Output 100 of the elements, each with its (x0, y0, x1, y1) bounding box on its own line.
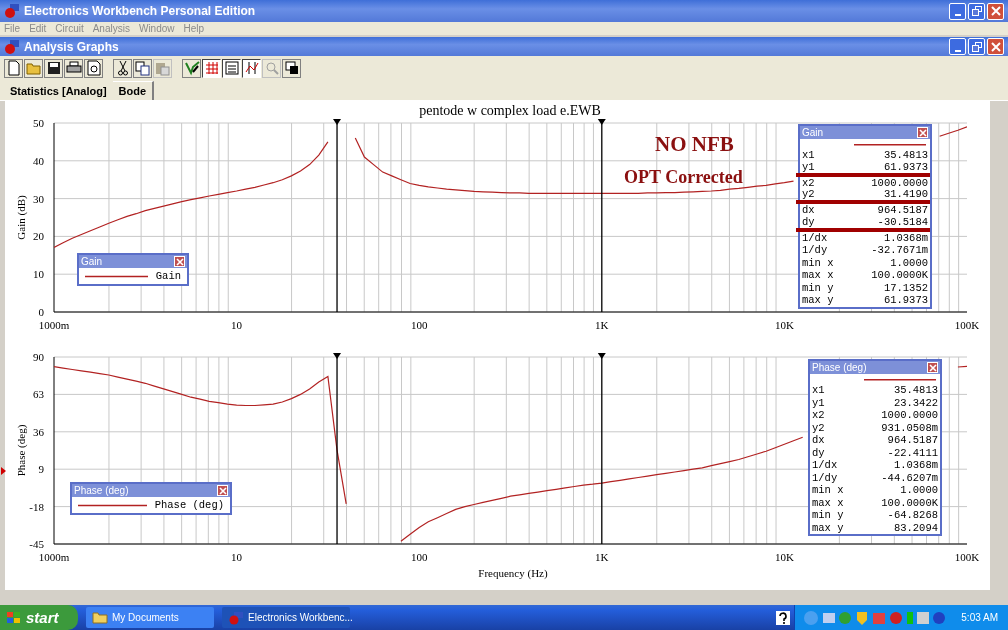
axis-tick-label: 20 (33, 230, 44, 243)
cursor-handle-icon[interactable] (597, 353, 606, 359)
restore-button[interactable] (968, 38, 985, 55)
legend-icon (224, 61, 239, 75)
minimize-button[interactable] (949, 2, 966, 20)
axis-tick-label: 100 (410, 551, 428, 563)
pen-icon (183, 60, 200, 76)
toolbar-button[interactable] (182, 58, 201, 78)
axis-title: Phase (deg) (15, 424, 27, 477)
cursor-line[interactable] (601, 122, 603, 313)
restore-icon (971, 6, 982, 16)
toolbar-button[interactable] (113, 58, 132, 78)
app-icon (228, 610, 244, 625)
close-icon (218, 486, 227, 495)
cursors-icon (244, 61, 259, 75)
cursor-label: x1 (802, 149, 815, 162)
axis-title: Frequency (Hz) (478, 567, 548, 579)
cursor-value: 23.3422 (893, 396, 938, 409)
cursor-label: x2 (802, 176, 815, 189)
axis-tick-label: 63 (33, 388, 44, 401)
magnifier-icon (264, 61, 279, 75)
cursor-value: 1.0368m (883, 231, 928, 244)
copy-icon (135, 60, 150, 76)
clock: 5:03 AM (961, 612, 998, 623)
help-icon[interactable] (776, 610, 791, 625)
cursor-label: x1 (812, 384, 825, 397)
legend-panel[interactable]: Gain Gain (77, 253, 189, 286)
annotation-text: OPT Corrected (624, 167, 743, 188)
toolbar-button[interactable] (202, 58, 221, 78)
axis-tick-label: 10K (774, 551, 794, 563)
close-button[interactable] (927, 362, 938, 373)
cursor-handle-icon[interactable] (597, 119, 606, 125)
cursor-panel[interactable]: Gain x1 35.4813 y1 61.9373 x2 1000.0000 y2 31.4190 dx 964.5187 dy -30.5184 1/dx 1.0368m 1/dy -32.7671m min x 1.0000 max x 100.0000K min y 17.1352 max y 61.9373 (798, 124, 932, 309)
close-button[interactable] (917, 127, 928, 138)
restore-icon (971, 41, 982, 52)
close-button[interactable] (174, 256, 185, 267)
panel-title: Gain (81, 256, 103, 267)
cursor-value: 61.9373 (883, 294, 928, 307)
start-button[interactable]: start (0, 605, 78, 630)
axis-tick-label: 1000m (38, 319, 70, 331)
taskbar-button[interactable]: My Documents (86, 607, 214, 628)
cursor-label: y1 (802, 161, 815, 173)
cursor-value: 1.0000 (900, 484, 938, 497)
toolbar-button[interactable] (84, 58, 103, 78)
toolbar-button[interactable] (282, 58, 301, 78)
cursor-label: dy (802, 216, 815, 228)
minimize-button[interactable] (949, 38, 966, 55)
close-button[interactable] (217, 485, 228, 496)
cursor-line[interactable] (601, 356, 603, 545)
axis-tick-label: 40 (33, 154, 44, 167)
chart-title: pentode w complex load e.EWB (419, 103, 601, 118)
grid-icon (204, 61, 219, 75)
cursor-value: -22.4111 (887, 446, 938, 459)
cursor-value: -30.5184 (877, 216, 928, 228)
cursor-label: 1/dy (812, 471, 838, 484)
tab[interactable]: Statistics [Analog] (4, 81, 113, 100)
cursor-panel[interactable]: Phase (deg) x1 35.4813 y1 23.3422 x2 1000.0000 y2 931.0508m dx 964.5187 dy -22.4111 1/dx 1.0368m 1/dy -44.6207m min x 1.0000 max x 100.0000K min y -64.8268 max y 83.2094 (808, 359, 942, 536)
restore-button[interactable] (968, 2, 985, 20)
close-icon (175, 257, 184, 266)
cursor-value: -32.7671m (871, 244, 928, 257)
cursor-label: 1/dx (802, 231, 828, 244)
close-button[interactable] (987, 2, 1004, 20)
legend-panel[interactable]: Phase (deg) Phase (deg) (70, 482, 232, 515)
toolbar-button[interactable] (222, 58, 241, 78)
toolbar-button[interactable] (242, 58, 261, 78)
axis-tick-label: 10K (774, 319, 794, 331)
annotation-text: NO NFB (655, 132, 734, 157)
panel-title: Phase (deg) (74, 485, 129, 496)
cursor-value: 31.4190 (883, 189, 928, 200)
tab[interactable]: Bode (112, 81, 155, 100)
legend-label: Gain (155, 270, 181, 282)
app-icon (4, 38, 20, 55)
cursor-value: 100.0000K (871, 269, 928, 282)
axis-tick-label: 100K (954, 319, 980, 331)
toolbar-button[interactable] (64, 58, 83, 78)
scissors-icon (116, 60, 129, 76)
cursor-handle-icon[interactable] (333, 119, 342, 125)
cursor-handle-icon[interactable] (333, 353, 342, 359)
cursor-label: min y (812, 509, 844, 522)
legend-line-icon (78, 503, 147, 507)
cursor-label: max x (802, 269, 834, 282)
axis-tick-label: 100 (410, 319, 428, 331)
close-button[interactable] (987, 38, 1004, 55)
toolbar-button[interactable] (44, 58, 63, 78)
trace-line-icon (854, 144, 926, 146)
taskbar-button[interactable]: Electronics Workbenc... (222, 607, 350, 628)
cursor-value: 1000.0000 (871, 176, 928, 189)
print-preview-icon (86, 60, 101, 76)
printer-icon (65, 61, 82, 75)
cursor-value: 100.0000K (881, 496, 938, 509)
cursor-label: 1/dy (802, 244, 828, 257)
windows-flag-icon (6, 610, 22, 625)
paste-icon (155, 60, 170, 76)
axis-tick-label: 36 (33, 425, 44, 438)
cursor-label: min x (812, 484, 844, 497)
app-icon (4, 3, 20, 19)
cursor-label: y1 (812, 396, 825, 409)
cursor-label: max y (812, 521, 844, 534)
axis-tick-label: 1K (595, 551, 609, 563)
cursor-label: y2 (812, 421, 825, 434)
